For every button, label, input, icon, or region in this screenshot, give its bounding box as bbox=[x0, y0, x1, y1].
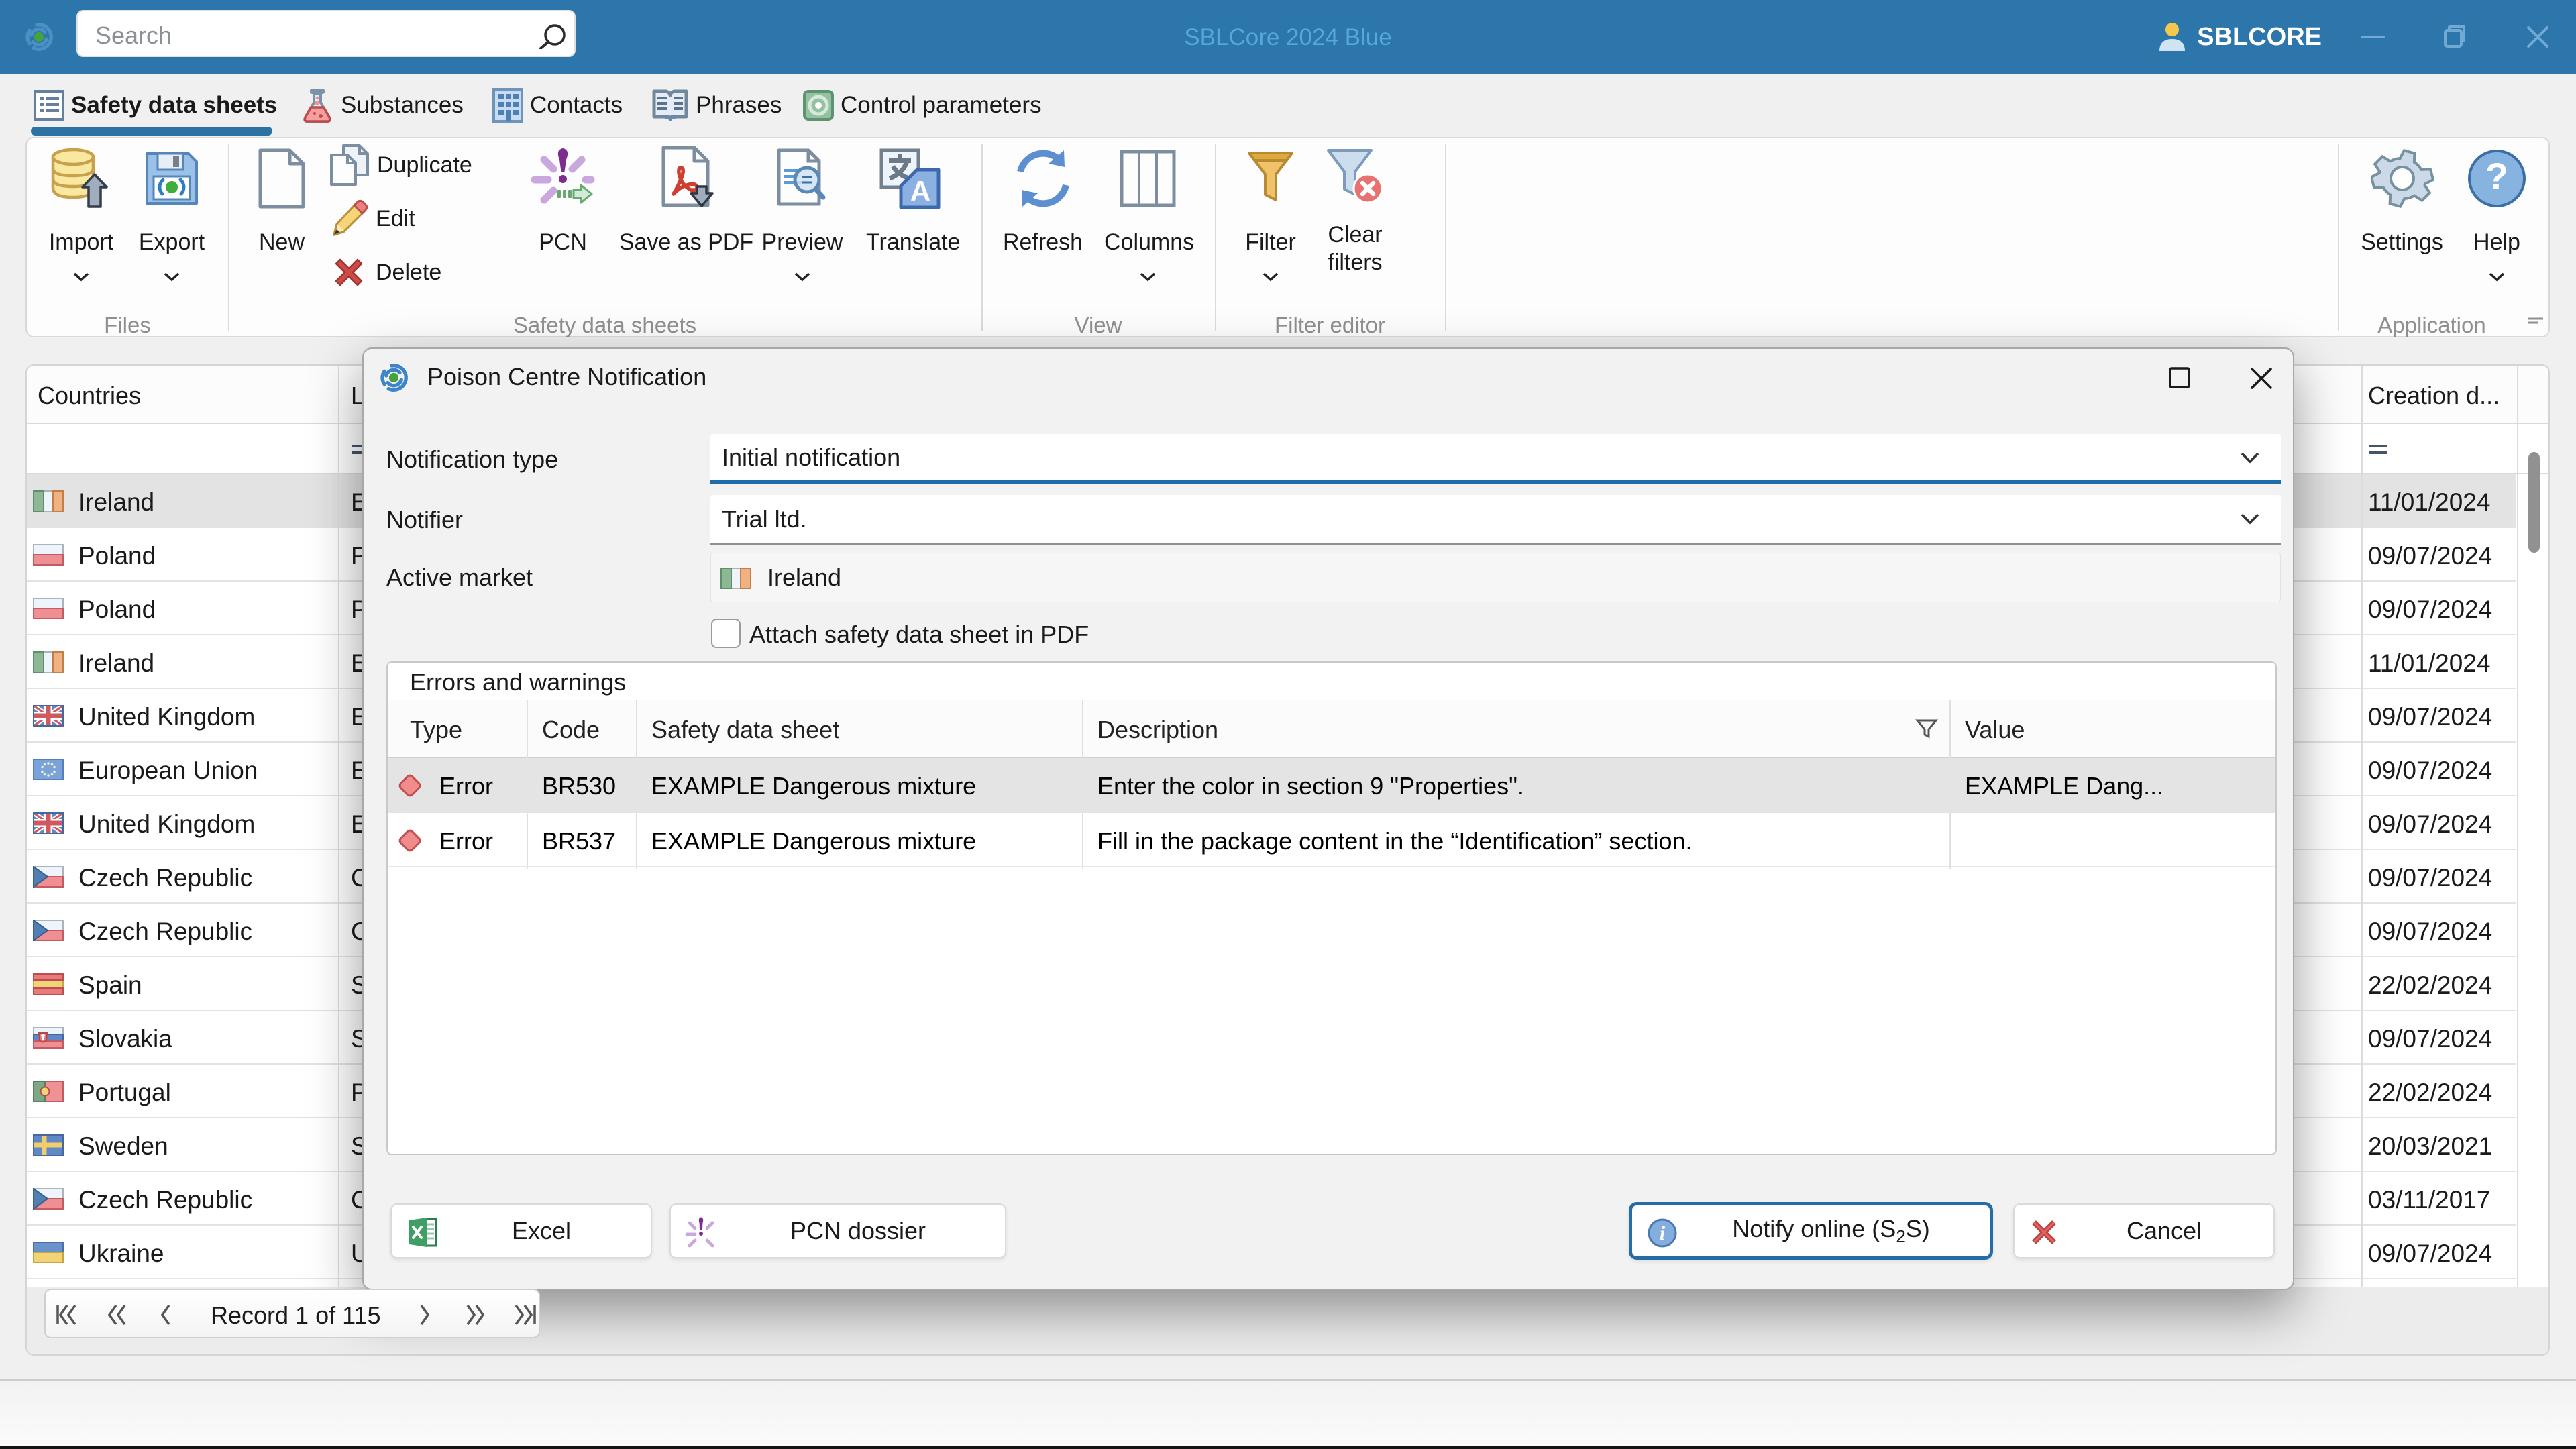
svg-text:A: A bbox=[910, 175, 930, 207]
svg-text:?: ? bbox=[2485, 155, 2508, 197]
svg-text:i: i bbox=[1660, 1222, 1666, 1244]
